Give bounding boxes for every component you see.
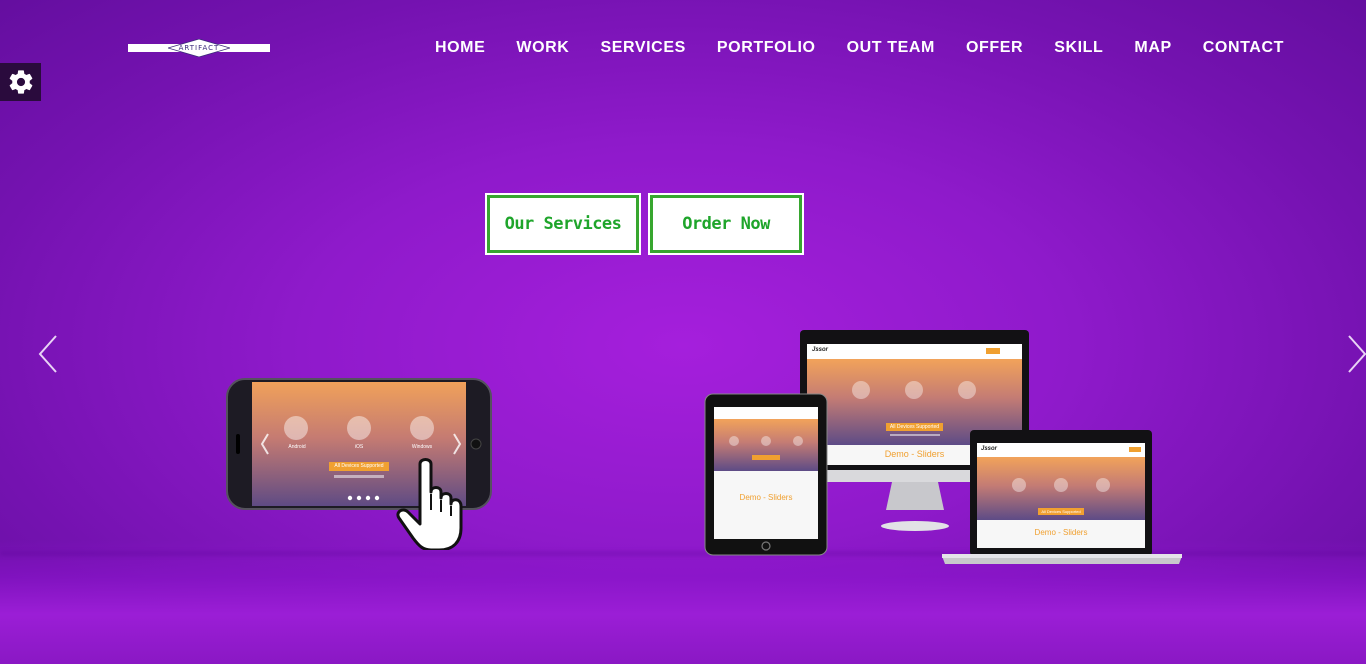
monitor-brand: Jssor (812, 347, 829, 353)
nav-contact[interactable]: CONTACT (1203, 38, 1284, 58)
phone-label-ios: iOS (354, 444, 364, 450)
monitor-badge: All Devices Supported (889, 424, 940, 430)
laptop-mockup: Jssor All Devices Supported Demo - Slide… (942, 430, 1182, 566)
tablet-mockup: Demo - Sliders (704, 393, 828, 556)
nav-offer[interactable]: OFFER (966, 38, 1023, 58)
laptop-caption: Demo - Sliders (1034, 528, 1088, 537)
nav-services[interactable]: SERVICES (600, 38, 685, 58)
pointing-hand-icon (396, 458, 463, 550)
gear-icon (9, 70, 32, 94)
main-nav: HOME WORK SERVICES PORTFOLIO OUT TEAM OF… (435, 38, 1284, 58)
chevron-right-icon[interactable] (1346, 334, 1366, 374)
settings-toggle-button[interactable] (0, 63, 41, 101)
nav-portfolio[interactable]: PORTFOLIO (717, 38, 816, 58)
phone-badge: All Devices Supported (334, 463, 384, 469)
nav-out-team[interactable]: OUT TEAM (847, 38, 935, 58)
site-logo[interactable]: ARTIFACT (128, 39, 270, 57)
chevron-left-icon[interactable] (37, 334, 59, 374)
tablet-frame (704, 393, 828, 556)
phone-label-android: Android (288, 444, 306, 450)
phone-label-windows: Windows (411, 444, 433, 450)
tablet-caption: Demo - Sliders (739, 493, 793, 502)
nav-work[interactable]: WORK (516, 38, 569, 58)
our-services-button[interactable]: Our Services (485, 193, 641, 255)
laptop-frame (942, 430, 1182, 564)
nav-skill[interactable]: SKILL (1054, 38, 1103, 58)
laptop-brand: Jssor (981, 446, 998, 452)
order-now-button[interactable]: Order Now (648, 193, 804, 255)
laptop-badge: All Devices Supported (1041, 509, 1081, 514)
logo-text: ARTIFACT (178, 44, 220, 52)
nav-home[interactable]: HOME (435, 38, 485, 58)
nav-map[interactable]: MAP (1134, 38, 1171, 58)
